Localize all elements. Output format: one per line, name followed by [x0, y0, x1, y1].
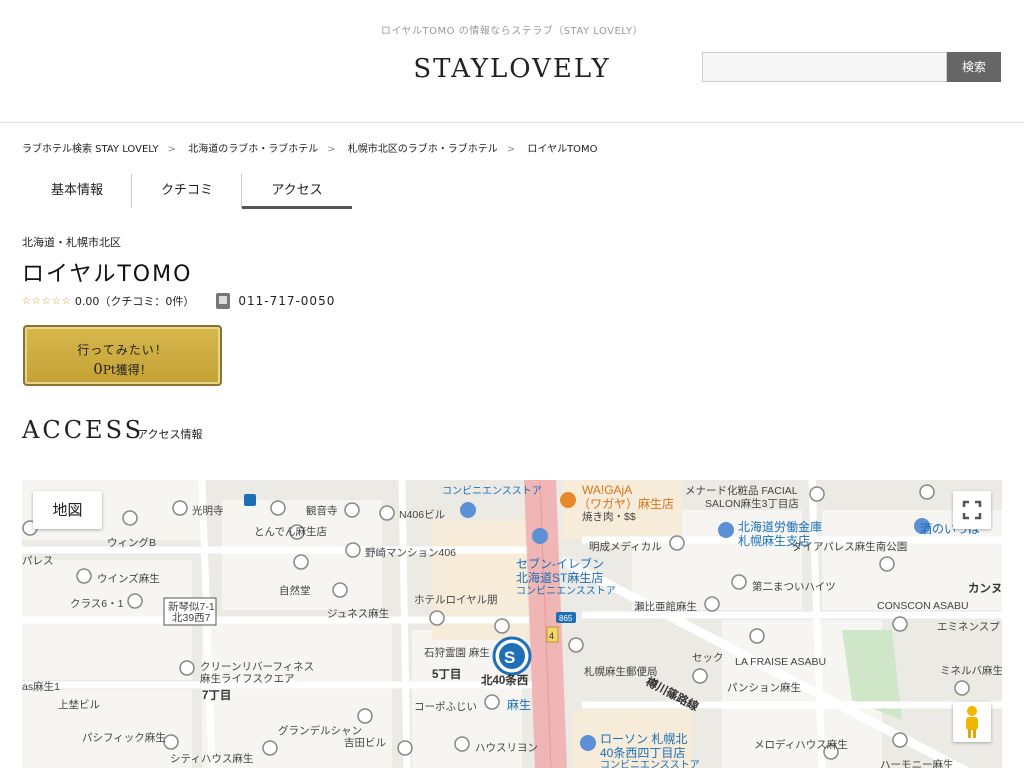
tab-reviews[interactable]: クチコミ [132, 174, 242, 209]
map-label: コンビニエンスストア [516, 585, 616, 597]
map-label: カンヌ [968, 582, 1002, 595]
map-label: as麻生1 [22, 680, 60, 693]
map-label: クリーンリバーフィネス [200, 661, 314, 673]
map-label: 第二まついハイツ [752, 580, 836, 593]
map-label: パレス [22, 555, 54, 567]
bus-stop-label-2: 北39西7 [172, 612, 211, 624]
map-label: パンション麻生 [727, 681, 801, 694]
map-label: メナード化粧品 FACIAL [685, 484, 798, 497]
points-value: 0 [93, 360, 103, 378]
svg-text:S: S [504, 648, 515, 667]
breadcrumb: ラブホテル検索 STAY LOVELY > 北海道のラブホ・ラブホテル > 札幌市北… [22, 140, 598, 155]
want-to-go-button[interactable]: 行ってみたい！ 0Pt獲得！ [23, 325, 222, 386]
tab-basic-info[interactable]: 基本情報 [22, 174, 132, 209]
map-label: 麻生ライフスクエア [200, 672, 295, 685]
map-label: LA FRAISE ASABU [735, 656, 826, 668]
map-label: クラス6・1 [70, 598, 124, 610]
map-label: エミネンスプ [937, 621, 1000, 633]
map-label: ジュネス麻生 [327, 607, 389, 620]
hotel-tabs: 基本情報 クチコミ アクセス [22, 174, 352, 210]
map-label: ハウスリヨン [475, 742, 538, 754]
map-label: 5丁目 [432, 668, 461, 681]
map-label: N406ビル [399, 509, 445, 521]
map-label: コンビニエンスストア [600, 759, 700, 768]
rating-stars: ☆☆☆☆☆ [22, 295, 72, 307]
map-label: 石狩霊園 麻生 [424, 646, 490, 659]
map-label: ローソン 札幌北 [600, 731, 687, 746]
map-label: 焼き肉・$$ [582, 510, 636, 523]
points-suffix: Pt獲得！ [102, 363, 152, 377]
site-tagline: ロイヤルTOMO の情報ならステラブ（STAY LOVELY） [380, 26, 644, 37]
map-label: 麻生 [507, 697, 531, 712]
map-label: 北海道ST麻生店 [516, 570, 603, 585]
map-label: 40条西四丁目店 [600, 746, 685, 760]
map-label: 7丁目 [202, 689, 231, 702]
breadcrumb-separator: > [506, 144, 516, 155]
map-label: ウインズ麻生 [97, 572, 160, 585]
phone-number[interactable]: 011-717-0050 [238, 294, 335, 308]
map-canvas[interactable]: 4 865 S 新琴似7-1 北39西7 光明寺 観音寺 N406ビル コンビニ… [22, 480, 1002, 768]
map-label: CONSCON ASABU [877, 600, 969, 612]
street-view-button[interactable] [953, 702, 991, 742]
map-type-button[interactable]: 地図 [33, 491, 102, 529]
map-label: 北40条西 [481, 673, 529, 687]
fullscreen-button[interactable] [953, 491, 991, 529]
map-label: 札幌麻生郵便局 [584, 665, 658, 678]
map-label: 自然堂 [279, 584, 311, 597]
map-label: 北海道労働金庫 [738, 519, 822, 534]
map-label: コーポふじい [414, 701, 477, 713]
breadcrumb-current: ロイヤルTOMO [527, 144, 598, 155]
map-label: ダイアパレス麻生南公園 [792, 540, 907, 553]
map-label: ウィングB [107, 536, 156, 549]
route-4-label: 4 [549, 631, 554, 641]
map-label: パシフィック麻生 [82, 731, 166, 744]
fullscreen-icon [962, 500, 982, 520]
map-label: 上埜ビル [58, 699, 100, 711]
map-label: ハーモニー麻生 [880, 758, 954, 768]
google-map[interactable]: 4 865 S 新琴似7-1 北39西7 光明寺 観音寺 N406ビル コンビニ… [22, 480, 1002, 768]
phone-icon [216, 293, 231, 309]
map-label: （ワガヤ）麻生店 [578, 496, 674, 511]
map-label: WA!GAjA [582, 483, 632, 497]
map-label: 野崎マンション406 [365, 546, 456, 559]
breadcrumb-separator: > [327, 144, 336, 155]
map-label: 吉田ビル [344, 737, 386, 749]
access-subheading: アクセス情報 [137, 428, 203, 441]
pegman-icon [966, 706, 978, 738]
map-label: 瀬比亜館麻生 [634, 600, 697, 613]
search-input[interactable] [702, 52, 947, 82]
map-label: 明成メディカル [589, 540, 662, 553]
map-label: 観音寺 [306, 504, 338, 517]
map-label: ホテルロイヤル朋 [414, 594, 498, 606]
hotel-region: 北海道・札幌市北区 [22, 236, 121, 249]
map-label: グランデルシャン [278, 724, 362, 737]
search-button[interactable]: 検索 [947, 52, 1001, 82]
map-label: セック [692, 652, 724, 664]
header-divider [0, 122, 1024, 123]
map-label: メロディハウス麻生 [754, 738, 848, 751]
map-label: コンビニエンスストア [442, 485, 542, 497]
want-to-go-points: 0Pt獲得！ [25, 360, 220, 378]
map-label: シティハウス麻生 [170, 752, 253, 765]
map-label: ミネルバ麻生 [940, 664, 1002, 677]
map-label: とんでん麻生店 [254, 525, 327, 538]
rating-text[interactable]: 0.00（クチコミ：0件） [75, 293, 195, 309]
breadcrumb-link-home[interactable]: ラブホテル検索 STAY LOVELY [22, 144, 159, 155]
rating-row: ☆☆☆☆☆ 0.00（クチコミ：0件） 011-717-0050 [22, 293, 335, 309]
want-to-go-label: 行ってみたい！ [77, 343, 168, 357]
breadcrumb-link-kita-ku[interactable]: 札幌市北区のラブホ・ラブホテル [348, 144, 498, 155]
breadcrumb-link-hokkaido[interactable]: 北海道のラブホ・ラブホテル [188, 144, 318, 155]
access-heading: ACCESS [22, 416, 145, 444]
map-label: 光明寺 [192, 504, 224, 517]
map-label: セブン-イレブン [516, 556, 604, 571]
page-title: ロイヤルTOMO [22, 262, 193, 287]
route-865-label: 865 [559, 614, 573, 623]
map-label: SALON麻生3丁目店 [705, 497, 799, 510]
breadcrumb-separator: > [167, 144, 177, 155]
tab-access[interactable]: アクセス [242, 174, 352, 209]
